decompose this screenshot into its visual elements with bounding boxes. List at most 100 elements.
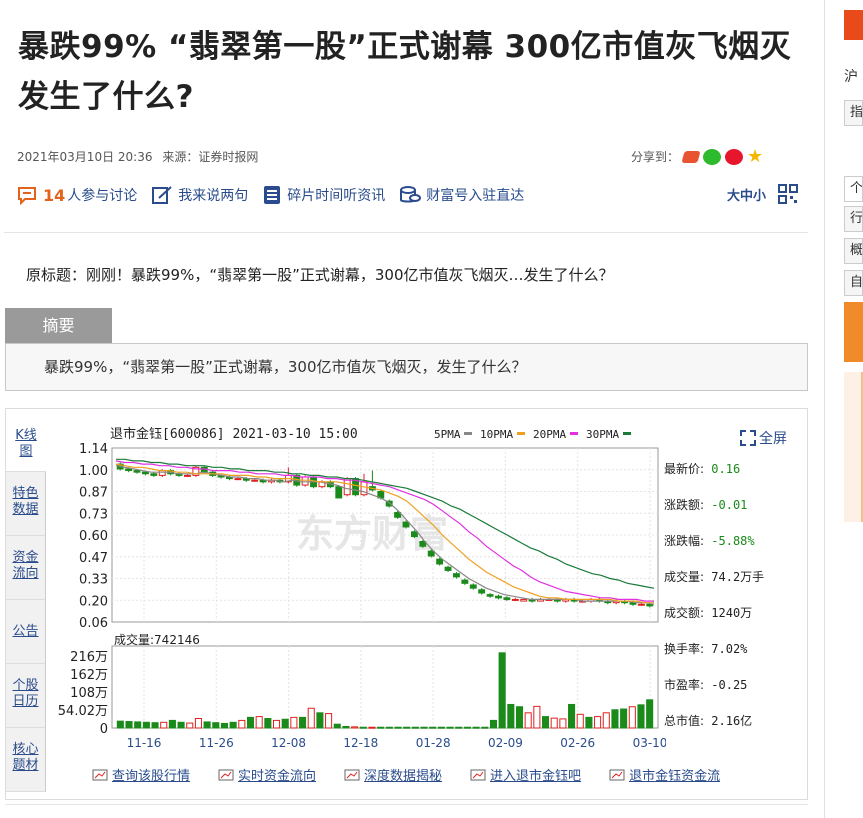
quote-link[interactable]: 查询该股行情	[92, 765, 190, 784]
volume-bar	[168, 719, 176, 729]
volume-bar	[255, 716, 263, 729]
right-panel-item[interactable]: 指	[844, 100, 863, 126]
volume-bar	[446, 726, 454, 729]
right-panel-ad[interactable]	[844, 372, 863, 522]
listen-button[interactable]: 碎片时间听资讯	[262, 185, 385, 205]
volume-bar	[316, 712, 324, 729]
stat-label: 成交量:	[664, 570, 705, 584]
candle-body	[461, 579, 469, 584]
volume-bar	[229, 721, 237, 729]
volume-bar	[594, 716, 602, 729]
stat-label: 成交额:	[664, 606, 705, 620]
candle-body	[486, 594, 494, 597]
stat-value: -5.88%	[704, 534, 755, 548]
say-button[interactable]: 我来说两句	[151, 185, 248, 205]
quote-link[interactable]: 实时资金流向	[218, 765, 316, 784]
volume-bar	[160, 721, 168, 729]
volume-bar	[377, 726, 385, 729]
candle-body	[133, 470, 141, 473]
tab-fund-flow[interactable]: 资金流向	[6, 536, 46, 600]
quote-links: 查询该股行情 实时资金流向 深度数据揭秘 进入退市金钰吧 退市金钰资金流	[92, 765, 748, 784]
quote-link[interactable]: 深度数据揭秘	[344, 765, 442, 784]
comment-count: 14	[43, 185, 66, 205]
candle-body	[469, 584, 477, 589]
right-panel-banner[interactable]	[844, 302, 863, 362]
quote-link-label: 深度数据揭秘	[364, 769, 443, 784]
volume-bar	[541, 716, 550, 729]
volume-bar	[220, 722, 229, 729]
candle-body	[444, 566, 452, 571]
tab-kline[interactable]: K线图	[6, 410, 46, 472]
stat-value: 1240万	[704, 606, 753, 620]
users-icon	[470, 769, 486, 780]
share-wechat-icon[interactable]	[703, 148, 722, 165]
fullscreen-label: 全屏	[759, 431, 787, 447]
comment-button[interactable]: 14 人参与讨论	[16, 185, 137, 205]
right-panel-logo	[844, 10, 863, 40]
tab-announcement[interactable]: 公告	[6, 600, 46, 664]
quote-link[interactable]: 进入退市金钰吧	[470, 765, 581, 784]
candle-body	[637, 603, 645, 606]
volume-bar	[498, 652, 506, 729]
chart-watermark: 东方财富	[296, 512, 448, 556]
volume-bar	[333, 723, 341, 729]
x-tick-label: 02-09	[488, 736, 523, 750]
right-panel-item[interactable]: 行	[844, 206, 863, 232]
candle-body	[251, 479, 259, 482]
volume-bar	[290, 716, 298, 729]
volume-bar	[264, 718, 272, 729]
fortune-button[interactable]: 财富号入驻直达	[399, 185, 524, 205]
candle-body	[158, 470, 166, 476]
x-tick-label: 11-26	[199, 736, 234, 750]
volume-bar	[507, 703, 515, 729]
x-tick-label: 02-26	[560, 736, 595, 750]
line-chart-icon	[92, 769, 108, 780]
fortune-label: 财富号入驻直达	[426, 188, 525, 204]
share-douban-icon[interactable]	[681, 150, 701, 163]
right-panel-item[interactable]: 自	[844, 270, 863, 296]
quote-link[interactable]: 退市金钰资金流	[609, 765, 720, 784]
article-toolbar: 14 人参与讨论 我来说两句 碎片时间听资讯 财富号入驻直达 大中小	[16, 180, 806, 210]
price-tick-label: 0.06	[79, 616, 108, 631]
divider	[4, 232, 808, 233]
right-panel-item[interactable]: 个	[844, 176, 863, 202]
tab-core-theme[interactable]: 核心题材	[6, 728, 46, 792]
x-tick-label: 03-10	[633, 736, 666, 750]
right-panel-item[interactable]: 沪	[844, 66, 858, 86]
volume-bar	[576, 713, 584, 729]
stat-value: 0.16	[704, 462, 741, 476]
volume-bar	[637, 704, 645, 729]
tab-stock-calendar[interactable]: 个股日历	[6, 664, 46, 728]
stat-label: 换手率:	[664, 642, 705, 656]
ma-legend-swatch	[464, 432, 472, 435]
volume-plot-frame	[111, 645, 659, 729]
quote-link-label: 实时资金流向	[238, 769, 317, 784]
font-size-switch[interactable]: 大中小	[727, 185, 766, 204]
column-divider	[824, 0, 825, 818]
stat-value: 2.16亿	[704, 714, 753, 728]
qrcode-icon[interactable]	[778, 184, 798, 204]
ma-legend-swatch	[517, 432, 525, 435]
divider	[5, 804, 808, 805]
share-weibo-icon[interactable]	[725, 148, 744, 165]
volume-bar	[125, 721, 133, 729]
volume-bar	[472, 726, 480, 729]
volume-bar	[394, 726, 402, 729]
volume-bar	[351, 726, 359, 729]
volume-tick-label: 162万	[70, 668, 108, 683]
share-bar: 分享到： ★	[631, 146, 763, 167]
share-label: 分享到：	[631, 150, 680, 164]
favorite-star-icon[interactable]: ★	[747, 146, 763, 167]
price-tick-label: 0.60	[79, 529, 108, 544]
fullscreen-button[interactable]: 全屏	[740, 428, 787, 448]
quote-tabs: K线图 特色数据 资金流向 公告 个股日历 核心题材	[6, 410, 46, 792]
list-icon	[264, 186, 281, 204]
quote-stat: 成交额: 1240万	[664, 604, 764, 640]
right-panel-item[interactable]: 概	[844, 238, 863, 264]
toolbar-right: 大中小	[727, 184, 798, 204]
tab-featured-data[interactable]: 特色数据	[6, 472, 46, 536]
candle-body	[478, 589, 486, 594]
publish-date: 2021年03月10日 20:36	[17, 150, 153, 164]
quote-stat: 最新价: 0.16	[664, 460, 764, 496]
ma-legend-label: 10PMA	[480, 428, 513, 441]
